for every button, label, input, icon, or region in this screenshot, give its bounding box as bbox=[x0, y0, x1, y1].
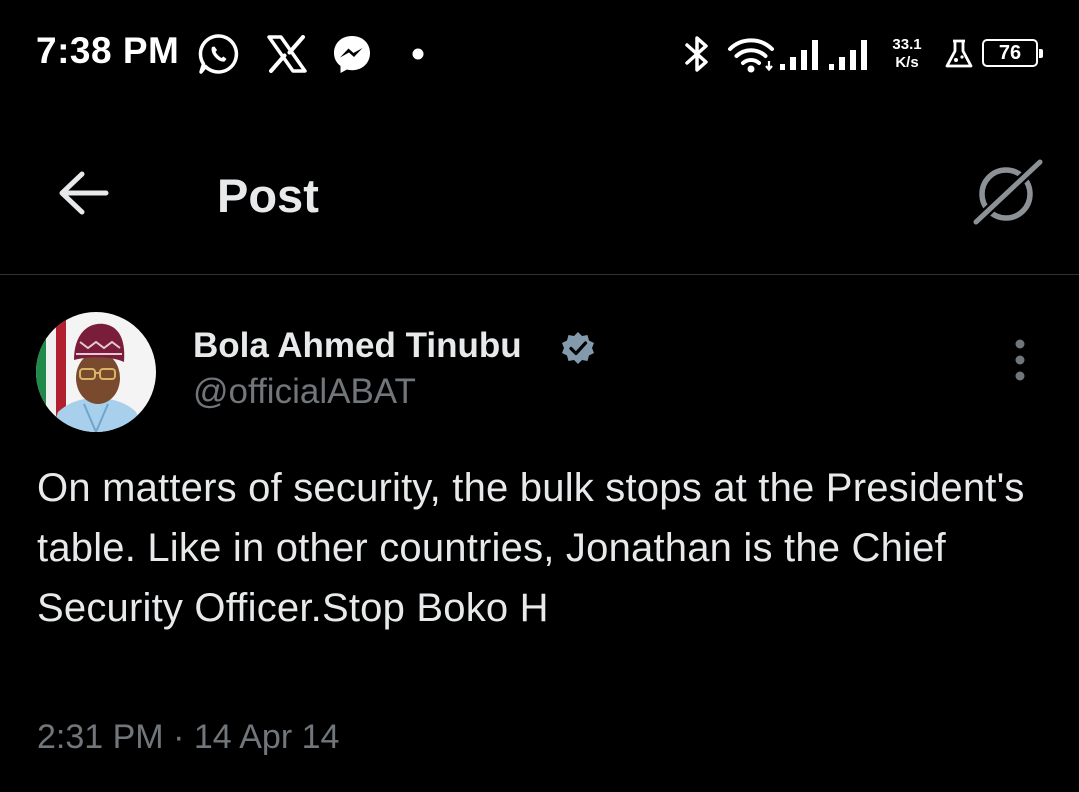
post-time: 2:31 PM bbox=[37, 718, 164, 756]
wifi-icon bbox=[727, 33, 777, 75]
post-timestamp[interactable]: 2:31 PM · 14 Apr 14 bbox=[37, 718, 339, 757]
flask-icon bbox=[942, 33, 976, 75]
bluetooth-icon bbox=[680, 33, 714, 75]
whatsapp-icon bbox=[196, 33, 242, 75]
signal-icon bbox=[778, 33, 824, 75]
avatar-image bbox=[36, 312, 156, 432]
network-speed-value: 33.1 bbox=[892, 36, 922, 53]
top-app-bar: Post bbox=[0, 110, 1079, 275]
author-handle[interactable]: @officialABAT bbox=[193, 372, 416, 412]
messenger-icon bbox=[330, 33, 374, 75]
network-speed-unit: K/s bbox=[895, 54, 919, 71]
dot-icon bbox=[410, 33, 426, 75]
x-logo-icon bbox=[266, 35, 308, 77]
more-options-button[interactable] bbox=[1002, 336, 1038, 384]
more-vertical-icon bbox=[1015, 339, 1025, 381]
page-title: Post bbox=[217, 169, 319, 222]
arrow-left-icon bbox=[59, 171, 109, 215]
signal-icon bbox=[827, 33, 873, 75]
status-bar: 7:38 PM 33.1 K/s 76 bbox=[0, 0, 1079, 110]
meta-separator: · bbox=[173, 718, 185, 756]
grok-icon bbox=[969, 155, 1047, 229]
battery-icon: 76 bbox=[982, 39, 1043, 67]
back-button[interactable] bbox=[54, 167, 114, 219]
author-name[interactable]: Bola Ahmed Tinubu bbox=[193, 326, 522, 366]
avatar[interactable] bbox=[36, 312, 156, 432]
grok-button[interactable] bbox=[968, 155, 1048, 230]
network-speed: 33.1 K/s bbox=[884, 36, 930, 72]
verified-badge-icon bbox=[560, 330, 596, 366]
post-text: On matters of security, the bulk stops a… bbox=[37, 466, 1025, 630]
post-date: 14 Apr 14 bbox=[193, 718, 340, 756]
status-time: 7:38 PM bbox=[36, 30, 180, 71]
